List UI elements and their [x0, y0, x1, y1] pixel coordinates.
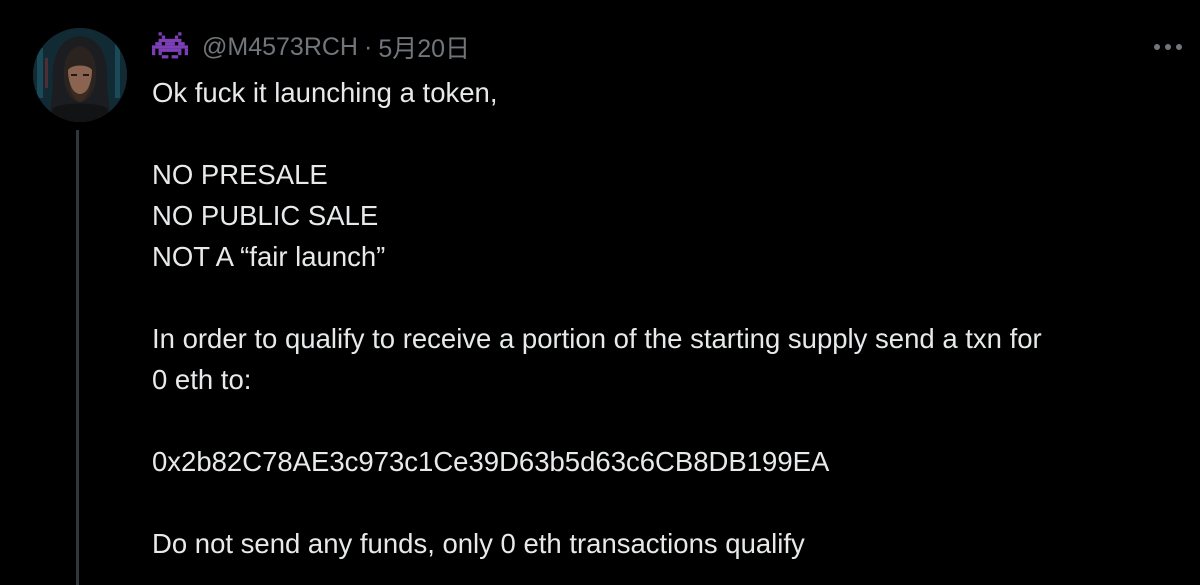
- tweet-body: Ok fuck it launching a token, NO PRESALE…: [152, 72, 1192, 564]
- tweet-line: NOT A “fair launch”: [152, 241, 386, 272]
- tweet-line: Ok fuck it launching a token,: [152, 77, 498, 108]
- header-separator: ·: [363, 32, 373, 61]
- hooded-man-avatar-icon: [33, 28, 127, 122]
- tweet-header: @M4573RCH · 5月20日: [152, 30, 470, 64]
- space-invader-icon: [152, 32, 188, 62]
- tweet-line: NO PUBLIC SALE: [152, 200, 379, 231]
- thread-line: [76, 130, 79, 585]
- wallet-address: 0x2b82C78AE3c973c1Ce39D63b5d63c6CB8DB199…: [152, 446, 830, 477]
- tweet-date[interactable]: 5月20日: [378, 29, 470, 65]
- tweet: @M4573RCH · 5月20日 Ok fuck it launching a…: [0, 0, 1200, 585]
- avatar[interactable]: [33, 28, 127, 122]
- tweet-line: Do not send any funds, only 0 eth transa…: [152, 528, 805, 559]
- author-handle[interactable]: @M4573RCH: [202, 33, 358, 62]
- tweet-line: NO PRESALE: [152, 159, 328, 190]
- tweet-line: 0 eth to:: [152, 364, 252, 395]
- more-horizontal-icon[interactable]: [1150, 40, 1186, 52]
- tweet-line: In order to qualify to receive a portion…: [152, 323, 1042, 354]
